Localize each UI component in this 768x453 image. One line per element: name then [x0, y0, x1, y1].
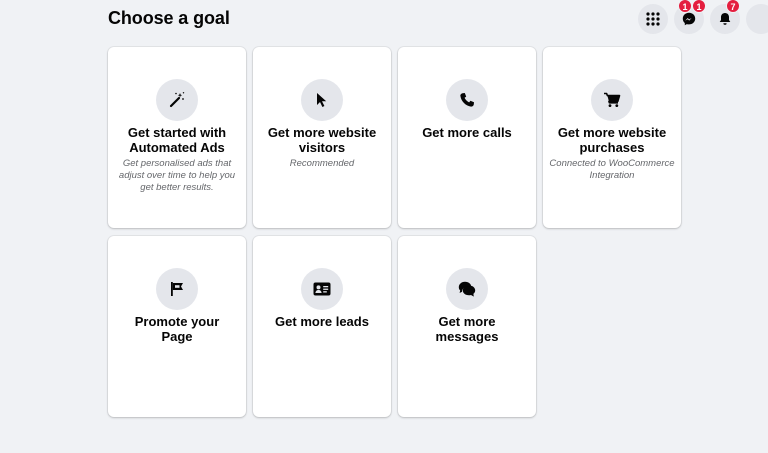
page-title: Choose a goal — [108, 8, 230, 28]
goal-card-promote-page[interactable]: Promote your Page — [108, 236, 246, 417]
notifications-button[interactable]: 7 — [710, 0, 740, 34]
goal-selection-page: Choose a goal 1 1 7 Get started with Aut… — [0, 0, 768, 453]
messenger-icon — [682, 12, 696, 26]
apps-menu-button[interactable] — [638, 4, 668, 34]
goal-card-calls[interactable]: Get more calls — [398, 47, 536, 228]
contact-card-icon — [301, 268, 343, 310]
goal-card-website-visitors[interactable]: Get more website visitors Recommended — [253, 47, 391, 228]
goal-title: Get more messages — [435, 314, 499, 344]
chat-bubbles-icon — [446, 268, 488, 310]
goal-title: Get more website purchases — [557, 125, 667, 155]
flag-icon — [156, 268, 198, 310]
goal-title: Get started with Automated Ads — [127, 125, 227, 155]
goal-title: Promote your Page — [134, 314, 220, 344]
goal-card-automated-ads[interactable]: Get started with Automated Ads Get perso… — [108, 47, 246, 228]
messenger-button[interactable]: 1 1 — [674, 0, 706, 34]
top-right-toolbar: 1 1 7 — [628, 0, 768, 36]
goal-description: Connected to WooCommerce Integration — [549, 158, 675, 181]
goal-card-website-purchases[interactable]: Get more website purchases Connected to … — [543, 47, 681, 228]
cursor-pointer-icon — [301, 79, 343, 121]
goal-title: Get more leads — [275, 314, 369, 329]
notifications-badge: 7 — [726, 0, 740, 13]
goal-title: Get more website visitors — [267, 125, 377, 155]
apps-grid-icon — [646, 12, 660, 26]
magic-wand-icon — [156, 79, 198, 121]
goal-card-leads[interactable]: Get more leads — [253, 236, 391, 417]
notifications-bell-icon — [718, 12, 732, 26]
shopping-cart-icon — [591, 79, 633, 121]
messenger-badge-secondary: 1 — [692, 0, 706, 13]
goal-grid: Get started with Automated Ads Get perso… — [108, 47, 682, 417]
account-menu-button[interactable] — [746, 4, 768, 34]
goal-card-messages[interactable]: Get more messages — [398, 236, 536, 417]
phone-icon — [446, 79, 488, 121]
goal-description: Get personalised ads that adjust over ti… — [118, 158, 236, 193]
goal-description: Recommended — [289, 158, 355, 169]
goal-title: Get more calls — [422, 125, 512, 140]
